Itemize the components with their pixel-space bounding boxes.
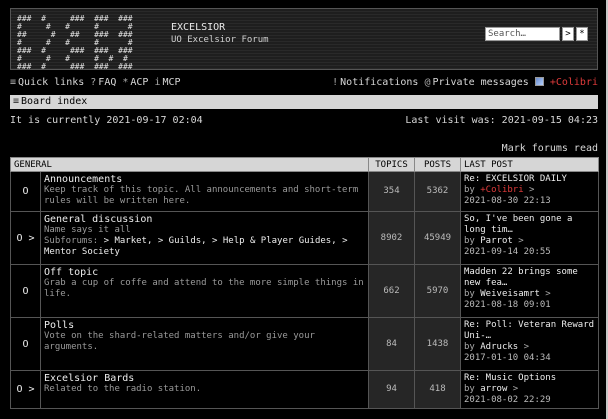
mail-icon: @ xyxy=(424,76,431,88)
posts-count: 418 xyxy=(414,370,461,409)
forum-status-icon: O xyxy=(10,171,41,212)
view-latest-post-icon[interactable]: > xyxy=(529,185,534,195)
topics-count: 94 xyxy=(368,370,415,409)
forum-title-off-topic[interactable]: Off topic xyxy=(44,267,365,278)
forum-description: Grab a cup of coffe and attend to the mo… xyxy=(44,278,364,299)
last-post-by: by Parrot > xyxy=(464,236,524,246)
acp-link[interactable]: * ACP xyxy=(122,77,148,88)
view-latest-post-icon[interactable]: > xyxy=(518,236,523,246)
board-index-link[interactable]: Board index xyxy=(21,96,87,107)
posts-count: 5362 xyxy=(414,171,461,212)
mcp-link[interactable]: i MCP xyxy=(154,77,180,88)
posts-count: 45949 xyxy=(414,211,461,265)
posts-count: 5970 xyxy=(414,264,461,318)
current-time: It is currently 2021-09-17 02:04 xyxy=(10,115,203,126)
navbar: ≡ Quick links ? FAQ * ACP i MCP ! Notificatio… xyxy=(10,74,598,90)
forum-status-icon: O > xyxy=(10,370,41,409)
last-post-date: 2021-08-02 22:29 xyxy=(464,395,551,405)
view-latest-post-icon[interactable]: > xyxy=(545,289,550,299)
last-post-user[interactable]: +Colibri xyxy=(480,185,523,195)
time-bar: It is currently 2021-09-17 02:04 Last vi… xyxy=(10,115,598,127)
topics-count: 84 xyxy=(368,317,415,371)
posts-header: POSTS xyxy=(414,157,461,172)
forum-description: Related to the radio station. xyxy=(44,384,202,394)
last-post-date: 2021-09-14 20:55 xyxy=(464,247,551,257)
last-post-date: 2017-01-10 04:34 xyxy=(464,353,551,363)
last-visit: Last visit was: 2021-09-15 04:23 xyxy=(405,115,598,126)
last-post-user[interactable]: arrow xyxy=(480,384,507,394)
gear-icon: * xyxy=(122,76,129,88)
forum-description: Vote on the shard-related matters and/or… xyxy=(44,331,315,352)
forum-title-general-discussion[interactable]: General discussion xyxy=(44,214,365,225)
forum-table: GENERAL TOPICS POSTS LAST POST O Announc… xyxy=(10,157,599,409)
table-row: O > Excelsior Bards Related to the radio… xyxy=(10,370,599,409)
last-post-by: by Adrucks > xyxy=(464,342,530,352)
faq-link[interactable]: ? FAQ xyxy=(90,77,116,88)
table-row: O Off topic Grab a cup of coffe and atte… xyxy=(10,264,599,318)
last-post-user[interactable]: Adrucks xyxy=(480,342,518,352)
user-menu[interactable]: +Colibri xyxy=(534,77,598,88)
table-row: O Polls Vote on the shard-related matter… xyxy=(10,317,599,371)
subforum-market[interactable]: > Market, xyxy=(104,236,153,246)
forum-description: Keep track of this topic. All announceme… xyxy=(44,185,359,206)
topics-count: 662 xyxy=(368,264,415,318)
table-row: O > General discussion Name says it all … xyxy=(10,211,599,265)
forum-description: Name says it all xyxy=(44,225,131,235)
last-post-title[interactable]: Madden 22 brings some new fea… xyxy=(464,267,595,289)
last-post-by: by arrow > xyxy=(464,384,519,394)
forum-status-icon: O xyxy=(10,264,41,318)
subforums-list: Subforums: > Market, > Guilds, > Help & … xyxy=(44,236,348,257)
exclamation-icon: ! xyxy=(332,76,339,88)
last-post-date: 2021-08-18 09:01 xyxy=(464,300,551,310)
forum-title-announcements[interactable]: Announcements xyxy=(44,174,365,185)
breadcrumb: ≡ Board index xyxy=(10,95,598,109)
last-post-title[interactable]: Re: Poll: Veteran Reward Uni-… xyxy=(464,320,595,342)
last-post-title[interactable]: So, I've been gone a long tim… xyxy=(464,214,595,236)
menu-icon: ≡ xyxy=(13,96,20,107)
last-post-title[interactable]: Re: Music Options xyxy=(464,373,595,384)
last-post-by: by Weiveisamrt > xyxy=(464,289,551,299)
mark-forums-read-link[interactable]: Mark forums read xyxy=(502,143,598,154)
category-header[interactable]: GENERAL xyxy=(10,157,369,172)
quick-links-menu[interactable]: ≡ Quick links xyxy=(10,77,84,88)
question-icon: ? xyxy=(90,76,97,88)
table-row: O Announcements Keep track of this topic… xyxy=(10,171,599,212)
info-icon: i xyxy=(154,76,161,88)
forum-status-icon: O > xyxy=(10,211,41,265)
private-messages-link[interactable]: @ Private messages xyxy=(424,77,528,88)
search-input[interactable]: Search… xyxy=(485,27,560,41)
search-button[interactable]: > xyxy=(562,27,574,41)
site-header: ### # ### ### ### # # # # # ## # ## ### … xyxy=(10,8,598,71)
advanced-search-button[interactable]: * xyxy=(576,27,588,41)
forum-title-polls[interactable]: Polls xyxy=(44,320,365,331)
subforum-guilds[interactable]: > Guilds, xyxy=(158,236,207,246)
forum-title-excelsior-bards[interactable]: Excelsior Bards xyxy=(44,373,365,384)
last-post-title[interactable]: Re: EXCELSIOR DAILY xyxy=(464,174,595,185)
site-description: UO Excelsior Forum xyxy=(171,35,269,45)
topics-header: TOPICS xyxy=(368,157,415,172)
view-latest-post-icon[interactable]: > xyxy=(524,342,529,352)
last-post-header: LAST POST xyxy=(460,157,599,172)
last-post-date: 2021-08-30 22:13 xyxy=(464,196,551,206)
topics-count: 8902 xyxy=(368,211,415,265)
forum-status-icon: O xyxy=(10,317,41,371)
avatar xyxy=(534,77,544,86)
last-post-by: by +Colibri > xyxy=(464,185,535,195)
menu-icon: ≡ xyxy=(10,76,17,88)
notifications-link[interactable]: ! Notifications xyxy=(332,77,418,88)
posts-count: 1438 xyxy=(414,317,461,371)
last-post-user[interactable]: Weiveisamrt xyxy=(480,289,540,299)
view-latest-post-icon[interactable]: > xyxy=(513,384,518,394)
last-post-user[interactable]: Parrot xyxy=(480,236,513,246)
site-logo[interactable]: ### # ### ### ### # # # # # ## # ## ### … xyxy=(17,15,167,71)
subforum-help-player-guides[interactable]: > Help & Player Guides, xyxy=(212,236,337,246)
topics-count: 354 xyxy=(368,171,415,212)
site-title[interactable]: EXCELSIOR xyxy=(171,22,225,33)
